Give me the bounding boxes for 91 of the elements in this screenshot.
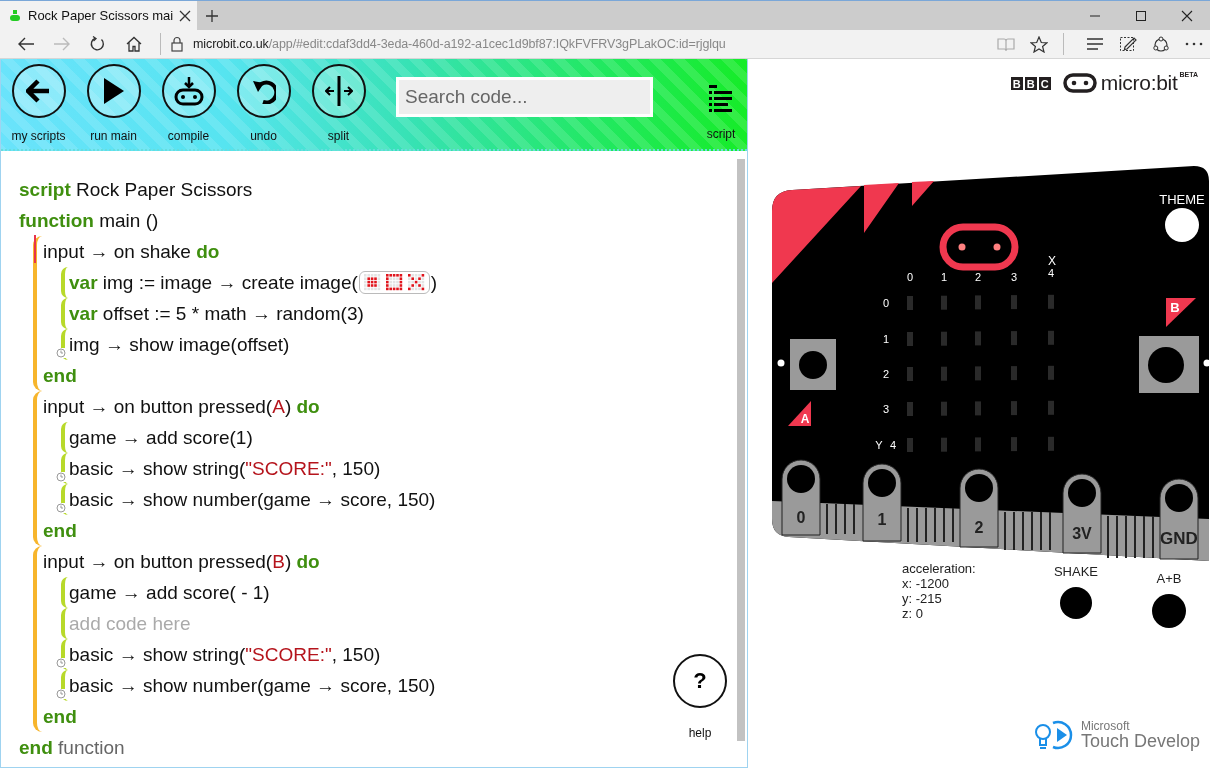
back-arrow-icon	[26, 78, 51, 104]
column-label: 2	[974, 271, 982, 283]
combo-button[interactable]	[1152, 594, 1186, 628]
column-label: 0	[906, 271, 914, 283]
back-icon[interactable]	[17, 36, 35, 52]
label-triangle	[1166, 298, 1196, 327]
board-button[interactable]	[1139, 336, 1199, 393]
code-line[interactable]: )	[430, 267, 438, 298]
shake-button[interactable]	[1060, 587, 1092, 619]
image-literal[interactable]	[358, 271, 430, 294]
axis-label: X	[1048, 254, 1056, 268]
list-icon	[708, 83, 734, 113]
new-tab-icon[interactable]	[205, 8, 220, 23]
code-line: function main ()	[19, 209, 159, 233]
split-icon	[324, 75, 353, 107]
row-label: 3	[882, 403, 890, 415]
script-button[interactable]: script	[695, 59, 747, 149]
search-field[interactable]: Search code...	[396, 77, 653, 117]
close-icon[interactable]	[179, 9, 192, 22]
row-label: 0	[882, 297, 890, 309]
toolbar-button[interactable]: undo	[226, 59, 301, 143]
column-label: 4	[1047, 267, 1055, 279]
code-line[interactable]: basic → show string("SCORE:", 150)	[69, 453, 381, 484]
led-grid-icon	[363, 274, 381, 291]
toolbar-button[interactable]: run main	[76, 59, 151, 143]
browser-tab[interactable]: Rock Paper Scissors mai	[0, 1, 198, 30]
code-line[interactable]: input → on button pressed(A) do	[43, 391, 320, 422]
acceleration-readout: y: -215	[902, 591, 942, 606]
led-grid-icon	[407, 274, 425, 291]
pin-label: 2	[974, 519, 984, 536]
row-label: 1	[882, 333, 890, 345]
code-line: end function	[19, 736, 125, 760]
button-label: A	[800, 412, 810, 426]
play-icon	[102, 77, 125, 105]
row-label: 2	[882, 368, 890, 380]
toolbar-button[interactable]: split	[301, 59, 376, 143]
home-icon[interactable]	[125, 36, 143, 52]
pin-pad[interactable]	[1062, 473, 1102, 554]
code-line[interactable]: basic → show number(game → score, 150)	[69, 670, 436, 701]
code-line[interactable]: var img := image → create image(	[69, 267, 358, 298]
logo-letter: B	[1010, 77, 1023, 90]
code-line[interactable]: game → add score(1)	[69, 422, 253, 453]
product-name: Touch Develop	[1080, 732, 1200, 750]
code-line: end	[43, 705, 77, 729]
pin-label: GND	[1160, 529, 1198, 548]
code-line[interactable]: input → on button pressed(B) do	[43, 546, 320, 577]
button-label: A+B	[1156, 571, 1182, 586]
axis-label: Y	[875, 439, 883, 451]
lock-icon	[171, 36, 183, 52]
label-triangle	[788, 401, 811, 426]
button-label: B	[1170, 300, 1180, 315]
pin-pad[interactable]	[862, 463, 902, 542]
code-line[interactable]: game → add score( - 1)	[69, 577, 270, 608]
vendor-name: Microsoft	[1080, 720, 1131, 732]
undo-icon	[251, 78, 276, 104]
code-line: script Rock Paper Scissors	[19, 178, 253, 202]
code-line[interactable]: basic → show string("SCORE:", 150)	[69, 639, 381, 670]
column-label: 1	[940, 271, 948, 283]
acceleration-readout: acceleration:	[902, 561, 976, 576]
column-label: 3	[1010, 271, 1018, 283]
toolbar-button[interactable]: compile	[151, 59, 226, 143]
board-button[interactable]	[790, 339, 836, 390]
pin-label: 1	[877, 511, 887, 528]
code-line[interactable]: basic → show number(game → score, 150)	[69, 484, 436, 515]
code-line: end	[43, 364, 77, 388]
code-line[interactable]: var offset := 5 * math → random(3)	[69, 298, 364, 329]
logo-letter: C	[1038, 77, 1051, 90]
led-grid-icon	[385, 274, 403, 291]
pin-pad[interactable]	[781, 459, 821, 536]
logo-text: micro:bit	[1100, 71, 1178, 95]
theme-label: THEME	[1159, 192, 1205, 207]
scrollbar[interactable]	[737, 159, 745, 741]
logo-letter: B	[1024, 77, 1037, 90]
pin-label: 0	[796, 509, 806, 526]
toolbar-button[interactable]: my scripts	[1, 59, 76, 143]
pin-pad[interactable]	[959, 468, 999, 548]
acceleration-readout: z: 0	[902, 606, 923, 621]
code-line: end	[43, 519, 77, 543]
tab-title: Rock Paper Scissors mai	[28, 8, 174, 23]
pin-label: 3V	[1072, 525, 1092, 542]
acceleration-readout: x: -1200	[902, 576, 949, 591]
theme-button[interactable]	[1165, 208, 1199, 242]
code-line[interactable]: img → show image(offset)	[69, 329, 290, 360]
download-device-icon	[173, 76, 204, 106]
row-label: 4	[890, 439, 897, 451]
pin-pad[interactable]	[1159, 478, 1199, 560]
button-label: SHAKE	[1053, 564, 1099, 579]
code-line[interactable]: input → on shake do	[43, 236, 220, 267]
microbit-logo-icon	[1062, 73, 1097, 93]
refresh-icon[interactable]	[89, 36, 107, 52]
favicon-icon	[8, 8, 22, 23]
